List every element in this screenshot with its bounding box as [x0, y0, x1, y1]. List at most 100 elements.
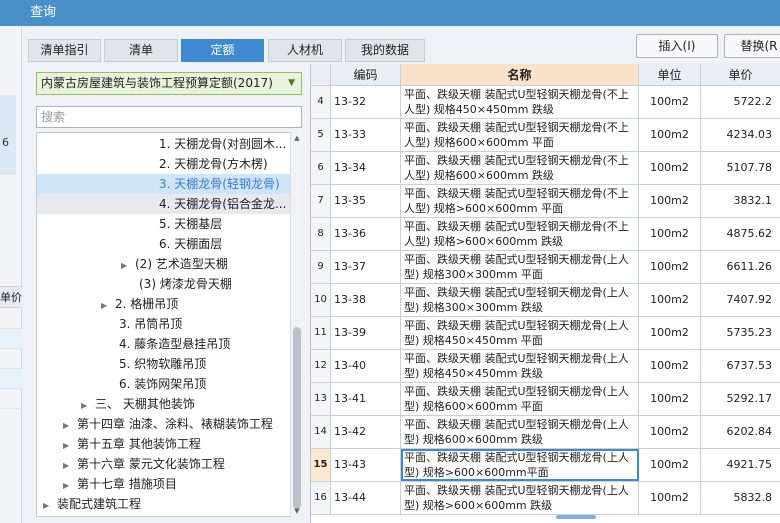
row-index: 4	[311, 86, 331, 118]
row-unit: 100m2	[639, 383, 701, 415]
tree-item[interactable]: ▶ (2) 艺术造型天棚	[121, 254, 228, 274]
table-row[interactable]: 15 13-43 平面、跌级天棚 装配式U型轻钢天棚龙骨(上人型) 规格>600×6…	[311, 449, 780, 482]
expand-arrow-icon[interactable]: ▶	[63, 436, 77, 456]
row-unit: 100m2	[639, 350, 701, 382]
row-index: 10	[311, 284, 331, 316]
tree-item[interactable]: 2. 天棚龙骨(方木楞)	[159, 154, 268, 174]
expand-arrow-icon[interactable]: ▶	[63, 476, 77, 496]
row-price: 4234.03	[701, 119, 780, 151]
table-row[interactable]: 7 13-35 平面、跌级天棚 装配式U型轻钢天棚龙骨(不上人型) 规格>600×6…	[311, 185, 780, 218]
tree-item[interactable]: 4. 藤条造型悬挂吊顶	[119, 334, 230, 354]
tab-labor-material[interactable]: 人材机	[268, 39, 342, 62]
tab-bill[interactable]: 清单	[104, 39, 178, 62]
quota-database-select[interactable]: 内蒙古房屋建筑与装饰工程预算定额(2017) ▼	[36, 72, 302, 95]
row-code: 13-40	[331, 350, 401, 382]
row-unit: 100m2	[639, 185, 701, 217]
tree-item-label: 2. 格栅吊顶	[115, 297, 179, 311]
row-unit: 100m2	[639, 449, 701, 481]
tree-item-label: 三、 天棚其他装饰	[95, 397, 195, 411]
tree-item-label: 第十五章 其他装饰工程	[77, 437, 201, 451]
expand-arrow-icon[interactable]: ▶	[121, 256, 135, 276]
table-row[interactable]: 4 13-32 平面、跌级天棚 装配式U型轻钢天棚龙骨(不上人型) 规格450×45…	[311, 86, 780, 119]
column-header-name[interactable]: 名称	[401, 64, 639, 86]
row-name: 平面、跌级天棚 装配式U型轻钢天棚龙骨(上人型) 规格450×450mm 平面	[401, 317, 639, 349]
expand-arrow-icon[interactable]: ▶	[43, 496, 57, 516]
tree-item[interactable]: ▶ 三、 天棚其他装饰	[81, 394, 195, 414]
tab-quota[interactable]: 定额	[181, 39, 264, 62]
row-index: 11	[311, 317, 331, 349]
row-unit: 100m2	[639, 119, 701, 151]
search-input[interactable]: 搜索	[36, 106, 302, 128]
expand-arrow-icon[interactable]: ▶	[63, 416, 77, 436]
row-index: 15	[311, 449, 331, 481]
window-title: 查询	[0, 0, 780, 26]
row-name: 平面、跌级天棚 装配式U型轻钢天棚龙骨(不上人型) 规格600×600mm 跌级	[401, 152, 639, 184]
chevron-down-icon[interactable]: ▼	[288, 73, 295, 94]
row-unit: 100m2	[639, 86, 701, 118]
tree-item[interactable]: 6. 装饰网架吊顶	[119, 374, 206, 394]
scroll-down-icon[interactable]: ▼	[292, 507, 302, 515]
tree-item[interactable]: 5. 天棚基层	[159, 214, 222, 234]
row-price: 7407.92	[701, 284, 780, 316]
tree-scrollbar[interactable]: ▲ ▼	[290, 132, 302, 517]
table-row[interactable]: 10 13-38 平面、跌级天棚 装配式U型轻钢天棚龙骨(上人型) 规格300×30…	[311, 284, 780, 317]
tab-bill-guide[interactable]: 清单指引	[28, 39, 101, 62]
tree-item[interactable]: ▶ 装配式建筑工程	[43, 494, 141, 514]
row-name: 平面、跌级天棚 装配式U型轻钢天棚龙骨(上人型) 规格>600×600mm 跌级	[401, 482, 639, 514]
replace-button[interactable]: 替换(R	[724, 34, 780, 58]
tree-item-label: 第十四章 油漆、涂料、裱糊装饰工程	[77, 417, 273, 431]
quota-table: 编码 名称 单位 单价 4 13-32 平面、跌级天棚 装配式U型轻钢天棚龙骨(不上…	[310, 64, 780, 523]
table-row[interactable]: 13 13-41 平面、跌级天棚 装配式U型轻钢天棚龙骨(上人型) 规格600×60…	[311, 383, 780, 416]
row-name: 平面、跌级天棚 装配式U型轻钢天棚龙骨(上人型) 规格600×600mm 跌级	[401, 416, 639, 448]
splitter-grip[interactable]	[556, 515, 596, 519]
tree-item[interactable]: 3. 吊筒吊顶	[119, 314, 182, 334]
scroll-up-icon[interactable]: ▲	[292, 134, 302, 142]
table-row[interactable]: 6 13-34 平面、跌级天棚 装配式U型轻钢天棚龙骨(不上人型) 规格600×60…	[311, 152, 780, 185]
tree-item[interactable]: ▶ 第十六章 蒙元文化装饰工程	[63, 454, 225, 474]
row-name: 平面、跌级天棚 装配式U型轻钢天棚龙骨(不上人型) 规格450×450mm 跌级	[401, 86, 639, 118]
row-price: 6737.53	[701, 350, 780, 382]
tree-item-selected[interactable]: 3. 天棚龙骨(轻钢龙骨)	[37, 174, 290, 194]
row-price: 6202.84	[701, 416, 780, 448]
table-row[interactable]: 12 13-40 平面、跌级天棚 装配式U型轻钢天棚龙骨(上人型) 规格450×45…	[311, 350, 780, 383]
table-row[interactable]: 14 13-42 平面、跌级天棚 装配式U型轻钢天棚龙骨(上人型) 规格600×60…	[311, 416, 780, 449]
column-header-unit[interactable]: 单位	[639, 64, 701, 86]
tree-item-label: (2) 艺术造型天棚	[135, 257, 228, 271]
table-row[interactable]: 16 13-44 平面、跌级天棚 装配式U型轻钢天棚龙骨(上人型) 规格>600×6…	[311, 482, 780, 515]
expand-arrow-icon[interactable]: ▶	[63, 456, 77, 476]
tree-item[interactable]: 5. 织物软雕吊顶	[119, 354, 206, 374]
background-row	[0, 309, 22, 329]
table-row[interactable]: 8 13-36 平面、跌级天棚 装配式U型轻钢天棚龙骨(不上人型) 规格>600×6…	[311, 218, 780, 251]
tree-item[interactable]: ▶ 第十五章 其他装饰工程	[63, 434, 201, 454]
row-unit: 100m2	[639, 284, 701, 316]
row-price: 5735.23	[701, 317, 780, 349]
tree-item[interactable]: ▶ 第十七章 措施项目	[63, 474, 177, 494]
expand-arrow-icon[interactable]: ▶	[81, 396, 95, 416]
tree-item[interactable]: (3) 烤漆龙骨天棚	[139, 274, 232, 294]
query-dialog: 清单指引 清单 定额 人材机 我的数据 插入(I) 替换(R 内蒙古房屋建筑与装…	[22, 26, 780, 523]
column-header-price[interactable]: 单价	[701, 64, 780, 86]
tree-item[interactable]: 4. 天棚龙骨(铝合金龙...	[37, 194, 290, 214]
background-row	[0, 389, 22, 409]
background-column-header: 单价	[0, 286, 22, 308]
background-row	[0, 369, 22, 389]
scrollbar-thumb[interactable]	[293, 327, 301, 509]
table-row[interactable]: 5 13-33 平面、跌级天棚 装配式U型轻钢天棚龙骨(不上人型) 规格600×60…	[311, 119, 780, 152]
row-unit: 100m2	[639, 218, 701, 250]
tree-item[interactable]: ▶ 第十四章 油漆、涂料、裱糊装饰工程	[63, 414, 273, 434]
table-row[interactable]: 11 13-39 平面、跌级天棚 装配式U型轻钢天棚龙骨(上人型) 规格450×45…	[311, 317, 780, 350]
insert-button[interactable]: 插入(I)	[636, 34, 718, 58]
expand-arrow-icon[interactable]: ▶	[101, 296, 115, 316]
tree-item[interactable]: ▶ 2. 格栅吊顶	[101, 294, 178, 314]
row-unit: 100m2	[639, 416, 701, 448]
column-header-code[interactable]: 编码	[331, 64, 401, 86]
table-row[interactable]: 9 13-37 平面、跌级天棚 装配式U型轻钢天棚龙骨(上人型) 规格300×300…	[311, 251, 780, 284]
row-price: 4875.62	[701, 218, 780, 250]
row-name: 平面、跌级天棚 装配式U型轻钢天棚龙骨(上人型) 规格600×600mm 平面	[401, 383, 639, 415]
row-price: 3832.1	[701, 185, 780, 217]
row-code: 13-39	[331, 317, 401, 349]
tree-item[interactable]: 1. 天棚龙骨(对剖圆木...	[159, 134, 286, 154]
tab-my-data[interactable]: 我的数据	[345, 39, 425, 62]
row-name: 平面、跌级天棚 装配式U型轻钢天棚龙骨(上人型) 规格450×450mm 跌级	[401, 350, 639, 382]
tree-item[interactable]: 6. 天棚面层	[159, 234, 222, 254]
